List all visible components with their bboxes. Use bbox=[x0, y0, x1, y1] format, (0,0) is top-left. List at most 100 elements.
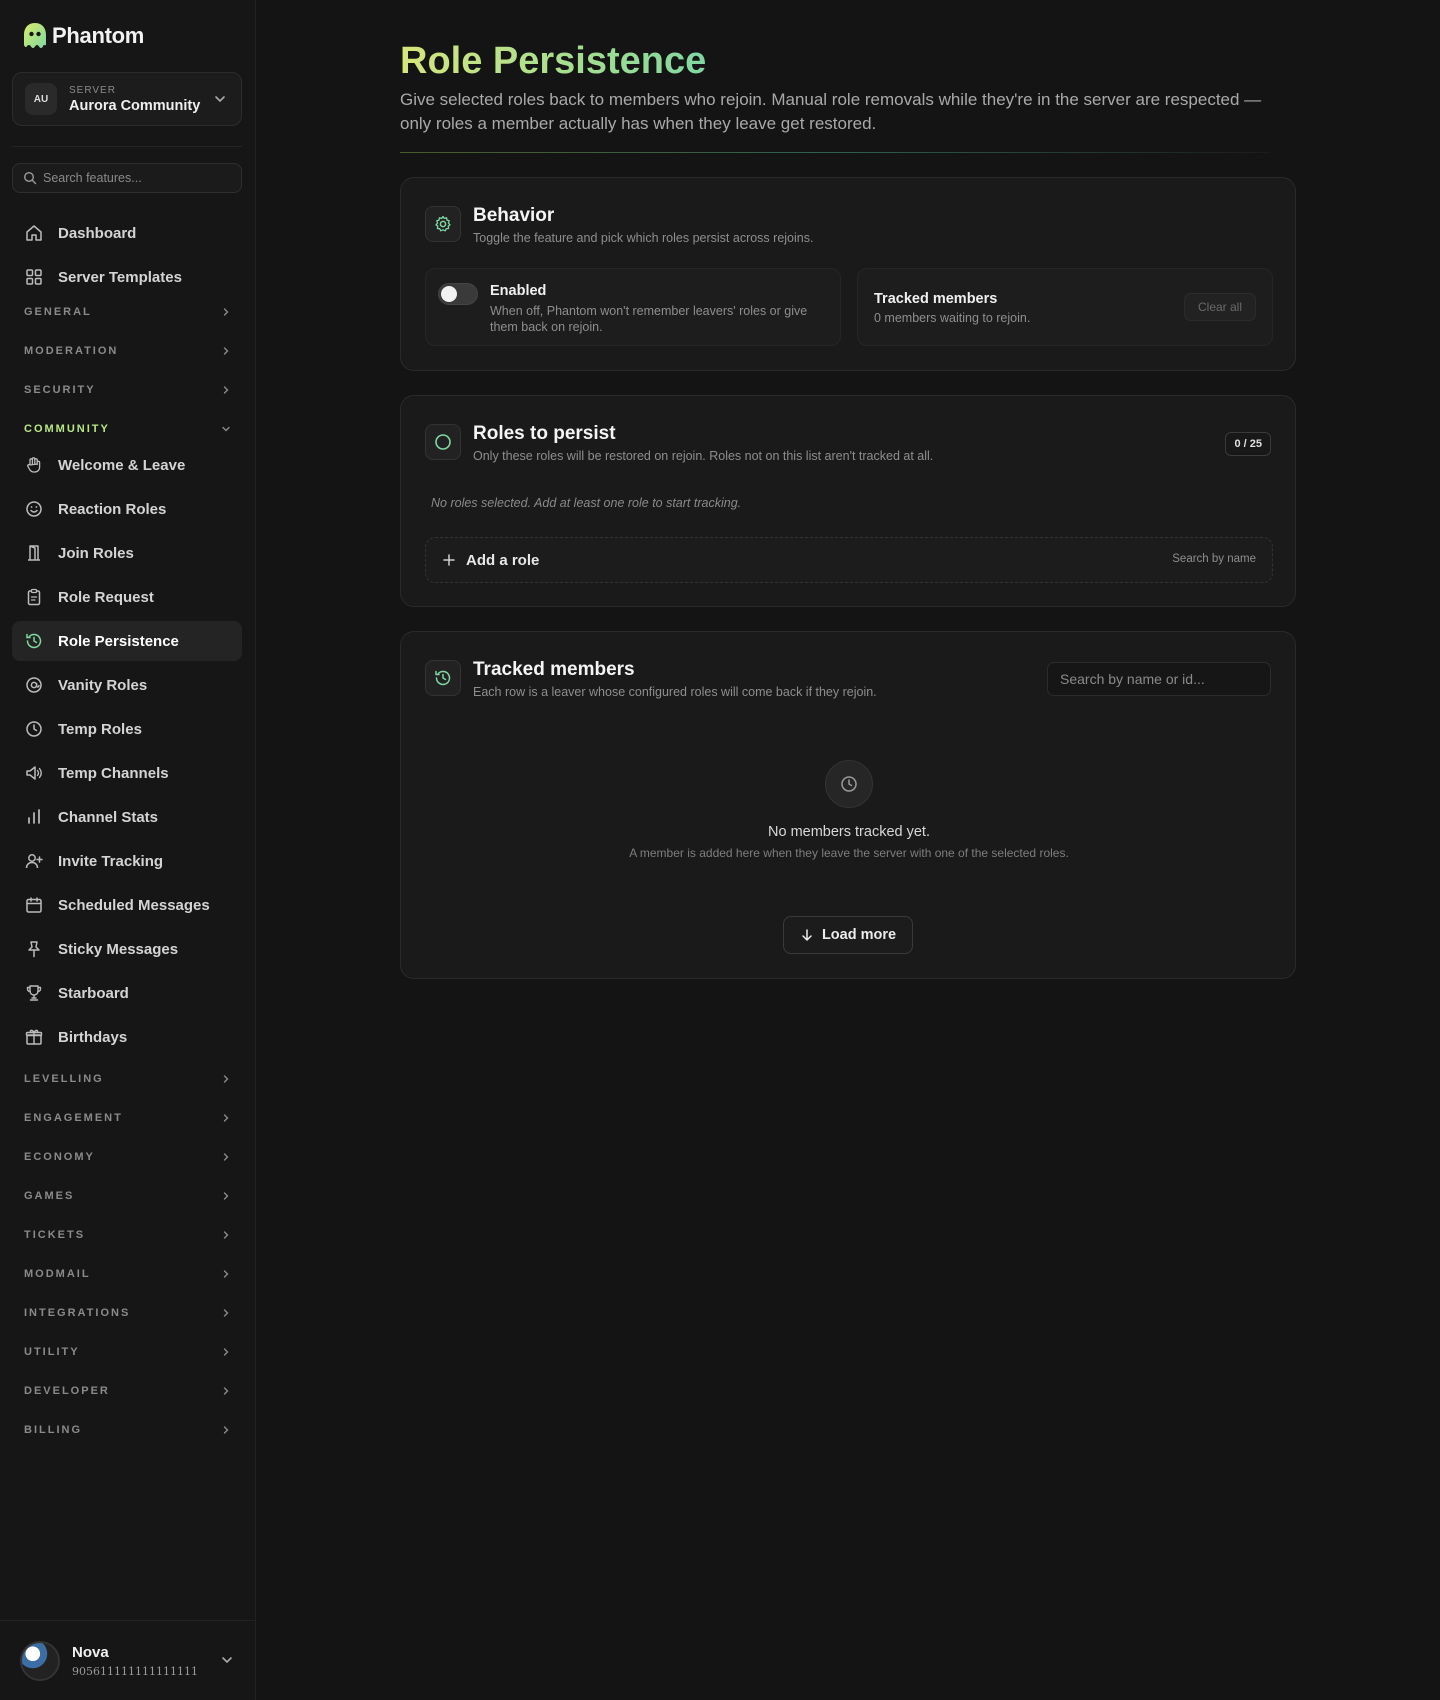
history-icon bbox=[26, 633, 42, 649]
member-search-input[interactable] bbox=[1047, 662, 1271, 696]
tracked-subtitle: Each row is a leaver whose configured ro… bbox=[473, 685, 877, 699]
enabled-label: Enabled bbox=[490, 283, 547, 299]
sidebar-section-modmail[interactable]: MODMAIL bbox=[24, 1264, 232, 1284]
chevron-right-icon bbox=[223, 1153, 229, 1161]
sidebar-item-label: Role Request bbox=[58, 588, 154, 606]
section-label: MODMAIL bbox=[24, 1268, 91, 1280]
sidebar-section-utility[interactable]: UTILITY bbox=[24, 1342, 232, 1362]
arrow-down-icon bbox=[802, 929, 812, 941]
section-label: UTILITY bbox=[24, 1346, 80, 1358]
sidebar-section-developer[interactable]: DEVELOPER bbox=[24, 1381, 232, 1401]
sidebar-item-temp-channels[interactable]: Temp Channels bbox=[12, 753, 242, 793]
sidebar-divider bbox=[12, 146, 242, 147]
server-switcher[interactable]: AU SERVER Aurora Community bbox=[12, 72, 242, 126]
sidebar-section-moderation[interactable]: MODERATION bbox=[24, 341, 232, 361]
user-id: 905611111111111111 bbox=[72, 1664, 198, 1678]
sidebar-item-label: Scheduled Messages bbox=[58, 896, 210, 914]
brand[interactable]: Phantom bbox=[22, 22, 144, 50]
load-more-button[interactable]: Load more bbox=[783, 916, 913, 954]
sidebar-section-levelling[interactable]: LEVELLING bbox=[24, 1069, 232, 1089]
sidebar-item-birthdays[interactable]: Birthdays bbox=[12, 1017, 242, 1057]
roles-subtitle: Only these roles will be restored on rej… bbox=[473, 449, 934, 463]
roles-card: Roles to persist Only these roles will b… bbox=[400, 395, 1296, 607]
sidebar-item-label: Channel Stats bbox=[58, 808, 159, 826]
sidebar-section-games[interactable]: GAMES bbox=[24, 1186, 232, 1206]
role-count-badge: 0 / 25 bbox=[1225, 432, 1271, 456]
sidebar-item-invite-tracking[interactable]: Invite Tracking bbox=[12, 841, 242, 881]
sidebar-item-label: Role Persistence bbox=[58, 632, 179, 650]
roles-title: Roles to persist bbox=[473, 423, 616, 444]
avatar bbox=[20, 1640, 60, 1681]
empty-state-icon-box bbox=[825, 760, 873, 808]
sidebar-item-dashboard[interactable]: Dashboard bbox=[12, 213, 242, 253]
ghost-logo-icon bbox=[24, 23, 46, 48]
gift-icon bbox=[25, 1029, 43, 1045]
section-label: GAMES bbox=[24, 1190, 75, 1202]
clear-all-button[interactable]: Clear all bbox=[1183, 293, 1256, 321]
pin-icon bbox=[28, 941, 40, 958]
sidebar-item-temp-roles[interactable]: Temp Roles bbox=[12, 709, 242, 749]
enabled-description: When off, Phantom won't remember leavers… bbox=[490, 304, 808, 334]
empty-state-title: No members tracked yet. bbox=[768, 824, 930, 840]
sidebar-item-scheduled-messages[interactable]: Scheduled Messages bbox=[12, 885, 242, 925]
at-icon bbox=[26, 677, 42, 693]
sidebar-section-security[interactable]: SECURITY bbox=[24, 380, 232, 400]
chevron-right-icon bbox=[223, 1387, 229, 1395]
sidebar-item-welcome-and-leave[interactable]: Welcome & Leave bbox=[12, 445, 242, 485]
chevron-right-icon bbox=[223, 1348, 229, 1356]
section-label: GENERAL bbox=[24, 306, 92, 318]
history-icon-box bbox=[425, 660, 461, 696]
sidebar-section-engagement[interactable]: ENGAGEMENT bbox=[24, 1108, 232, 1128]
title-divider bbox=[400, 152, 1270, 153]
sidebar: Phantom AU SERVER Aurora Community Dashb… bbox=[0, 0, 256, 1700]
sidebar-item-label: Welcome & Leave bbox=[58, 456, 186, 474]
search-icon bbox=[23, 171, 37, 185]
sidebar-item-sticky-messages[interactable]: Sticky Messages bbox=[12, 929, 242, 969]
enabled-panel: Enabled When off, Phantom won't remember… bbox=[425, 268, 841, 346]
sidebar-search[interactable] bbox=[12, 163, 242, 193]
sidebar-search-input[interactable] bbox=[43, 171, 223, 185]
sidebar-item-join-roles[interactable]: Join Roles bbox=[12, 533, 242, 573]
toggle-knob bbox=[441, 286, 457, 302]
add-role-button[interactable]: Add a role Search by name bbox=[425, 537, 1273, 583]
smile-icon bbox=[26, 501, 42, 517]
enabled-toggle[interactable] bbox=[438, 283, 478, 305]
sidebar-item-label: Join Roles bbox=[58, 544, 134, 562]
sidebar-item-label: Starboard bbox=[58, 984, 129, 1002]
user-profile[interactable]: Nova 905611111111111111 bbox=[0, 1620, 256, 1700]
sidebar-item-role-request[interactable]: Role Request bbox=[12, 577, 242, 617]
sidebar-item-label: Server Templates bbox=[58, 268, 182, 286]
user-plus-icon bbox=[25, 854, 43, 869]
sidebar-item-label: Vanity Roles bbox=[58, 676, 148, 694]
sidebar-item-role-persistence[interactable]: Role Persistence bbox=[12, 621, 242, 661]
sidebar-item-reaction-roles[interactable]: Reaction Roles bbox=[12, 489, 242, 529]
plus-icon bbox=[443, 554, 455, 566]
sidebar-section-general[interactable]: GENERAL bbox=[24, 302, 232, 322]
sidebar-section-tickets[interactable]: TICKETS bbox=[24, 1225, 232, 1245]
sidebar-item-starboard[interactable]: Starboard bbox=[12, 973, 242, 1013]
chevron-down-icon bbox=[215, 96, 225, 103]
sidebar-item-vanity-roles[interactable]: Vanity Roles bbox=[12, 665, 242, 705]
roles-empty-note: No roles selected. Add at least one role… bbox=[431, 496, 742, 510]
sidebar-item-label: Birthdays bbox=[58, 1028, 128, 1046]
speaker-icon bbox=[26, 766, 42, 780]
calendar-icon bbox=[26, 897, 42, 913]
sidebar-section-billing[interactable]: BILLING bbox=[24, 1420, 232, 1440]
server-avatar: AU bbox=[25, 83, 57, 115]
sidebar-section-integrations[interactable]: INTEGRATIONS bbox=[24, 1303, 232, 1323]
sidebar-item-server-templates[interactable]: Server Templates bbox=[12, 257, 242, 297]
behavior-title: Behavior bbox=[473, 205, 555, 226]
chevron-down-icon bbox=[222, 426, 230, 432]
section-label: SECURITY bbox=[24, 384, 96, 396]
sidebar-item-channel-stats[interactable]: Channel Stats bbox=[12, 797, 242, 837]
brand-name: Phantom bbox=[52, 23, 145, 48]
load-more-label: Load more bbox=[821, 927, 897, 943]
server-kicker: SERVER bbox=[69, 84, 116, 96]
sidebar-section-economy[interactable]: ECONOMY bbox=[24, 1147, 232, 1167]
tracked-summary-title: Tracked members bbox=[874, 291, 998, 307]
chevron-right-icon bbox=[223, 1426, 229, 1434]
section-label: COMMUNITY bbox=[24, 423, 110, 435]
sidebar-section-community[interactable]: COMMUNITY bbox=[24, 419, 232, 439]
behavior-subtitle: Toggle the feature and pick which roles … bbox=[473, 231, 814, 245]
user-name: Nova bbox=[72, 1643, 109, 1661]
